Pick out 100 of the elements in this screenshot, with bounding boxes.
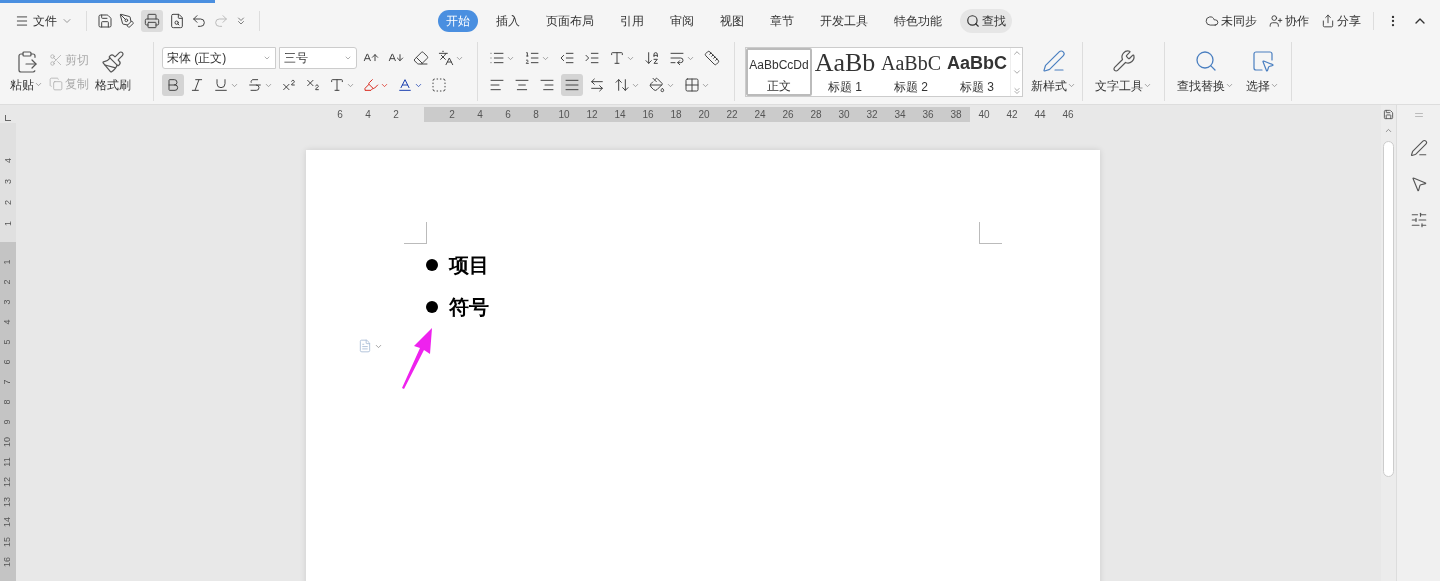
align-justify-button[interactable] bbox=[561, 74, 583, 96]
caret-icon bbox=[1143, 81, 1152, 90]
ruler-number: 4 bbox=[1, 157, 14, 165]
ruler-number: 10 bbox=[557, 107, 571, 122]
text-tools-button[interactable]: 文字工具 bbox=[1095, 48, 1152, 95]
ruler-number: 42 bbox=[1005, 107, 1019, 122]
share-button[interactable]: 分享 bbox=[1321, 12, 1361, 30]
subscript-icon bbox=[305, 77, 321, 93]
format-painter-button[interactable]: 格式刷 bbox=[95, 49, 131, 94]
ruler-number: 22 bbox=[725, 107, 739, 122]
ruler-number: 12 bbox=[585, 107, 599, 122]
style-preset[interactable]: AaBbC 标题 2 bbox=[878, 47, 944, 96]
align-left-icon bbox=[489, 77, 505, 93]
ruler-number: 15 bbox=[1, 536, 14, 549]
caret-icon bbox=[34, 80, 43, 89]
clear-format-icon bbox=[413, 50, 429, 66]
printer-icon bbox=[144, 13, 160, 29]
ruler-number: 44 bbox=[1033, 107, 1047, 122]
ruler-number: 32 bbox=[865, 107, 879, 122]
style-preset[interactable]: AaBbC 标题 3 bbox=[944, 47, 1010, 96]
search-button[interactable]: 查找 bbox=[960, 9, 1012, 33]
ruler-number: 2 bbox=[392, 107, 400, 122]
line-break-icon bbox=[669, 50, 685, 66]
ruler-number: 38 bbox=[949, 107, 963, 122]
ruler-number: 2 bbox=[1, 278, 14, 287]
superscript-icon bbox=[281, 77, 297, 93]
search-icon bbox=[966, 14, 980, 28]
decrease-indent-icon bbox=[559, 50, 575, 66]
character-border-icon bbox=[431, 77, 447, 93]
sort-icon bbox=[644, 50, 660, 66]
ribbon-tab[interactable]: 视图 bbox=[712, 10, 752, 32]
save-icon[interactable] bbox=[97, 13, 113, 29]
copy-icon bbox=[49, 76, 63, 91]
align-distributed-icon bbox=[589, 77, 605, 93]
collab-button[interactable]: 协作 bbox=[1269, 12, 1309, 30]
ribbon-tab[interactable]: 引用 bbox=[612, 10, 652, 32]
margin-corner-mark bbox=[979, 222, 1002, 244]
search-icon bbox=[1193, 48, 1218, 73]
caret-icon bbox=[1067, 81, 1076, 90]
ribbon-tab[interactable]: 特色功能 bbox=[886, 10, 950, 32]
sync-button[interactable]: 未同步 bbox=[1205, 12, 1257, 30]
paintbrush-icon bbox=[101, 49, 125, 74]
paste-button[interactable]: 粘贴 bbox=[10, 49, 43, 94]
ribbon-tab[interactable]: 页面布局 bbox=[538, 10, 602, 32]
style-preset[interactable]: AaBbCcDd 正文 bbox=[746, 47, 812, 96]
ruler-number: 16 bbox=[641, 107, 655, 122]
ruler-number: 2 bbox=[1, 199, 14, 207]
ruler-number: 6 bbox=[504, 107, 512, 122]
ruler-number: 26 bbox=[781, 107, 795, 122]
ribbon-tab[interactable]: 审阅 bbox=[662, 10, 702, 32]
tab-stop-icon[interactable] bbox=[5, 115, 11, 121]
highlight-icon bbox=[363, 77, 379, 93]
ruler-number: 28 bbox=[809, 107, 823, 122]
caret-icon bbox=[1270, 81, 1279, 90]
style-preset[interactable]: AaBb 标题 1 bbox=[812, 47, 878, 96]
font-size-select[interactable]: 三号 bbox=[279, 47, 357, 69]
pen-icon[interactable] bbox=[1409, 139, 1428, 157]
print-preview-icon[interactable] bbox=[169, 13, 185, 29]
undo-icon[interactable] bbox=[191, 13, 207, 29]
line-spacing-icon bbox=[614, 77, 630, 93]
scroll-thumb[interactable] bbox=[1383, 141, 1394, 477]
pen-icon[interactable] bbox=[119, 13, 135, 29]
ruler-number: 4 bbox=[476, 107, 484, 122]
settings-icon[interactable] bbox=[1409, 211, 1428, 229]
font-family-select[interactable]: 宋体 (正文) bbox=[162, 47, 276, 69]
ruler-number: 3 bbox=[1, 178, 14, 186]
share-icon bbox=[1321, 14, 1335, 28]
ruler-number: 8 bbox=[532, 107, 540, 122]
margin-corner-mark bbox=[404, 222, 427, 244]
vertical-scrollbar[interactable] bbox=[1381, 105, 1396, 581]
ruler-number: 6 bbox=[1, 358, 14, 367]
cursor-icon[interactable] bbox=[1409, 175, 1428, 193]
ruler-number: 20 bbox=[697, 107, 711, 122]
list-item-text: 项目 bbox=[449, 253, 489, 278]
caret-icon bbox=[1225, 81, 1234, 90]
ruler-number: 46 bbox=[1061, 107, 1075, 122]
wrench-icon bbox=[1111, 48, 1136, 73]
borders-icon bbox=[684, 77, 700, 93]
ruler-number: 4 bbox=[1, 318, 14, 327]
ruler-number: 18 bbox=[669, 107, 683, 122]
new-style-button[interactable]: 新样式 bbox=[1031, 48, 1076, 95]
ruler-number: 34 bbox=[893, 107, 907, 122]
select-button[interactable]: 选择 bbox=[1246, 48, 1279, 95]
file-menu[interactable]: 文件 bbox=[12, 12, 76, 30]
ribbon-tab[interactable]: 开发工具 bbox=[812, 10, 876, 32]
bold-button[interactable] bbox=[162, 74, 184, 96]
ribbon-tab[interactable]: 插入 bbox=[488, 10, 528, 32]
increase-indent-icon bbox=[584, 50, 600, 66]
print-button[interactable] bbox=[141, 10, 163, 32]
ruler-number: 36 bbox=[921, 107, 935, 122]
find-replace-button[interactable]: 查找替换 bbox=[1177, 48, 1234, 95]
customize-icon[interactable] bbox=[235, 15, 247, 27]
ruler-number: 30 bbox=[837, 107, 851, 122]
ruler-number: 16 bbox=[1, 556, 14, 569]
ruler-number: 4 bbox=[364, 107, 372, 122]
list-item-text: 符号 bbox=[449, 295, 489, 320]
ruler-number: 5 bbox=[1, 338, 14, 347]
ruler-number: 10 bbox=[1, 436, 14, 449]
ruler-number: 11 bbox=[1, 456, 14, 469]
ribbon-tab[interactable]: 章节 bbox=[762, 10, 802, 32]
